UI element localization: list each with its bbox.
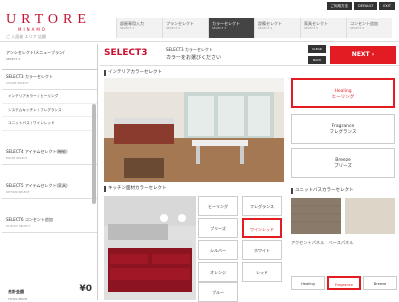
- interior-photo: [104, 78, 284, 182]
- usage-link[interactable]: ご利用方法: [326, 2, 353, 10]
- price-value: ¥0: [79, 284, 92, 294]
- sidebar-plan[interactable]: アンシセレクト/メニューブラン/ SELECT 2: [2, 44, 97, 70]
- bath-section-title: ユニットバスカラーセレクト: [291, 188, 354, 194]
- step-2[interactable]: プランセレクト SELECT 2: [162, 18, 208, 38]
- sidebar-section-outlet[interactable]: SELECT6 コンセント追加 OUTLET SELECT: [2, 213, 97, 233]
- kitchen-section-title: キッチン面材カラーセレクト: [104, 186, 167, 192]
- sidebar-section-option[interactable]: SELECT5 アイテムセレクト(家具) OPTION SELECT: [2, 179, 97, 199]
- kitchen-photo: [104, 196, 196, 300]
- kitchen-option-orange[interactable]: オレンジ: [198, 262, 238, 282]
- kitchen-option-red[interactable]: レッド: [242, 262, 282, 282]
- step-3[interactable]: カラーセレクト SELECT 3: [208, 18, 254, 38]
- next-button[interactable]: NEXT ›: [330, 46, 396, 64]
- bath-option-healing[interactable]: Healing: [291, 276, 325, 290]
- sidebar-item-kitchen[interactable]: システムキッチン / フレグランス: [2, 104, 97, 117]
- kitchen-option-healing[interactable]: ヒーリング: [198, 196, 238, 216]
- bath-panel-preview: [291, 198, 395, 234]
- bath-panel-label: アクセントパネル ベースパネル: [291, 240, 354, 245]
- exit-button[interactable]: EXIT: [379, 2, 395, 10]
- clear-button[interactable]: CLEAR: [308, 45, 326, 53]
- kitchen-option-blue[interactable]: ブルー: [198, 282, 238, 302]
- total-price: 合計金額 TOTAL PRICE ¥0: [8, 278, 92, 301]
- tagline: ご 入居者 エリア 店舗: [6, 34, 46, 39]
- price-label: 合計金額: [8, 289, 24, 294]
- header: URTORE MINAMO ご 入居者 エリア 店舗 ご利用方法 DEFAULT…: [0, 0, 399, 42]
- default-button[interactable]: DEFAULT: [354, 2, 378, 10]
- sidebar-scrollbar[interactable]: [92, 104, 96, 204]
- kitchen-option-white[interactable]: ホワイト: [242, 240, 282, 260]
- sidebar-item-bath[interactable]: ユニットバス / ワインレッド: [2, 117, 97, 131]
- price-sub: TOTAL PRICE: [8, 297, 28, 301]
- kitchen-option-winered[interactable]: ワインレッド: [242, 218, 282, 238]
- sidebar-section-equip[interactable]: SELECT4 アイテムセレクト(機能) EQUIP SELECT: [2, 145, 97, 165]
- brand-sub: MINAMO: [18, 27, 47, 32]
- bath-option-fragrance[interactable]: Fragrance: [327, 276, 361, 290]
- brand-name: URTORE: [6, 12, 91, 27]
- interior-option-fragrance[interactable]: Fragrance フレグランス: [291, 114, 395, 144]
- step-1[interactable]: 部屋専用入力 SELECT 1: [116, 18, 162, 38]
- kitchen-option-fragrance[interactable]: フレグランス: [242, 196, 282, 216]
- select-number: SELECT3: [104, 48, 148, 58]
- sidebar-section-color[interactable]: SELECT3 カラーセレクト COLOR SELECT: [2, 70, 97, 90]
- back-button[interactable]: BACK: [308, 56, 326, 64]
- select-title: SELECT3 カラーセレクト: [166, 47, 213, 52]
- interior-section-title: インテリアカラーセレクト: [104, 70, 162, 76]
- sidebar-item-interior[interactable]: インテリアカラー / ヒーリング: [2, 90, 97, 104]
- kitchen-option-silver[interactable]: シルバー: [198, 240, 238, 260]
- bath-option-breeze[interactable]: Breeze: [363, 276, 397, 290]
- select-message: カラーをお選びください: [166, 55, 222, 61]
- interior-option-healing[interactable]: Healing ヒーリング: [291, 78, 395, 108]
- step-nav: 部屋専用入力 SELECT 1 プランセレクト SELECT 2 カラーセレクト SE…: [116, 18, 392, 38]
- kitchen-option-breeze[interactable]: ブリーズ: [198, 218, 238, 238]
- step-4[interactable]: 設備セレクト SELECT 4: [254, 18, 300, 38]
- top-links: ご利用方法 DEFAULT EXIT: [326, 2, 395, 10]
- logo[interactable]: URTORE MINAMO ご 入居者 エリア 店舗: [6, 8, 91, 40]
- step-6[interactable]: コンセント追加 SELECT 6: [346, 18, 392, 38]
- sidebar: アンシセレクト/メニューブラン/ SELECT 2 SELECT3 カラーセレク…: [2, 44, 98, 301]
- step-5[interactable]: 家具セレクト SELECT 5: [300, 18, 346, 38]
- interior-option-breeze[interactable]: Breeze ブリーズ: [291, 148, 395, 178]
